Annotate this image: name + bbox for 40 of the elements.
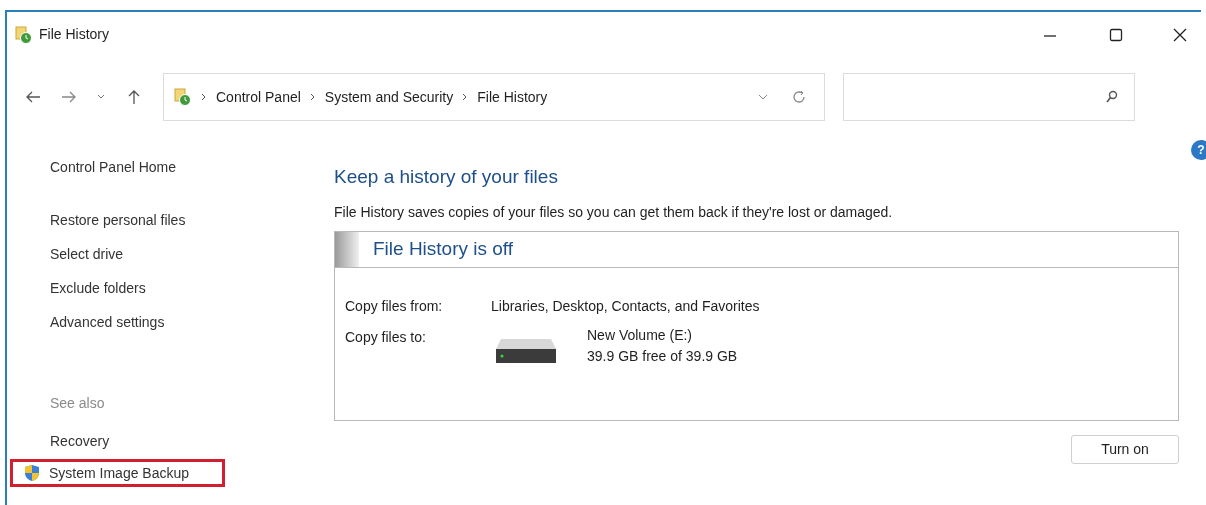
- search-icon: [1106, 90, 1118, 104]
- drive-space: 39.9 GB free of 39.9 GB: [587, 346, 738, 366]
- field-label: Copy files from:: [345, 296, 444, 316]
- chevron-right-icon: [462, 93, 469, 101]
- chevron-right-icon: [309, 93, 316, 101]
- turn-on-button[interactable]: Turn on: [1071, 434, 1179, 464]
- field-value: Libraries, Desktop, Contacts, and Favorites: [491, 296, 761, 316]
- sidebar-link[interactable]: Select drive: [50, 244, 326, 265]
- sidebar-link[interactable]: Recovery: [50, 427, 265, 455]
- status-title: File History is off: [373, 236, 514, 261]
- refresh-icon[interactable]: [792, 90, 806, 104]
- sidebar-link[interactable]: System Image Backup: [10, 459, 225, 487]
- file-history-icon: [15, 25, 33, 44]
- dropdown-caret-icon[interactable]: [758, 94, 768, 100]
- back-arrow-icon[interactable]: [25, 90, 41, 104]
- forward-arrow-icon[interactable]: [61, 90, 77, 104]
- drive-name: New Volume (E:): [587, 325, 694, 345]
- sidebar-link[interactable]: Restore personal files: [50, 210, 326, 231]
- breadcrumb-item[interactable]: File History: [477, 86, 548, 108]
- sidebar-link[interactable]: Advanced settings: [50, 312, 326, 333]
- close-icon[interactable]: [1173, 27, 1187, 42]
- chevron-right-icon: [201, 93, 207, 101]
- section-heading: See also: [50, 394, 106, 413]
- search-field[interactable]: [843, 73, 1135, 121]
- breadcrumb-item[interactable]: Control Panel: [216, 86, 301, 108]
- drive-icon: [495, 336, 557, 365]
- address-bar[interactable]: Control Panel System and Security File History: [163, 73, 825, 121]
- dropdown-caret-icon[interactable]: [97, 94, 105, 100]
- field-label: Copy files to:: [345, 327, 427, 347]
- up-arrow-icon[interactable]: [127, 89, 141, 105]
- sidebar-link[interactable]: Control Panel Home: [50, 157, 326, 178]
- help-button[interactable]: ?: [1191, 140, 1206, 160]
- file-history-icon: [174, 88, 192, 106]
- maximize-icon[interactable]: [1109, 27, 1123, 42]
- page-heading: Keep a history of your files: [334, 165, 559, 189]
- shield-icon: [23, 464, 41, 482]
- window-title: File History: [39, 25, 109, 44]
- sidebar-link[interactable]: Exclude folders: [50, 278, 326, 299]
- description-text: File History saves copies of your files so you can get them back if they're lost or damaged.: [334, 202, 894, 222]
- breadcrumb-item[interactable]: System and Security: [324, 86, 454, 108]
